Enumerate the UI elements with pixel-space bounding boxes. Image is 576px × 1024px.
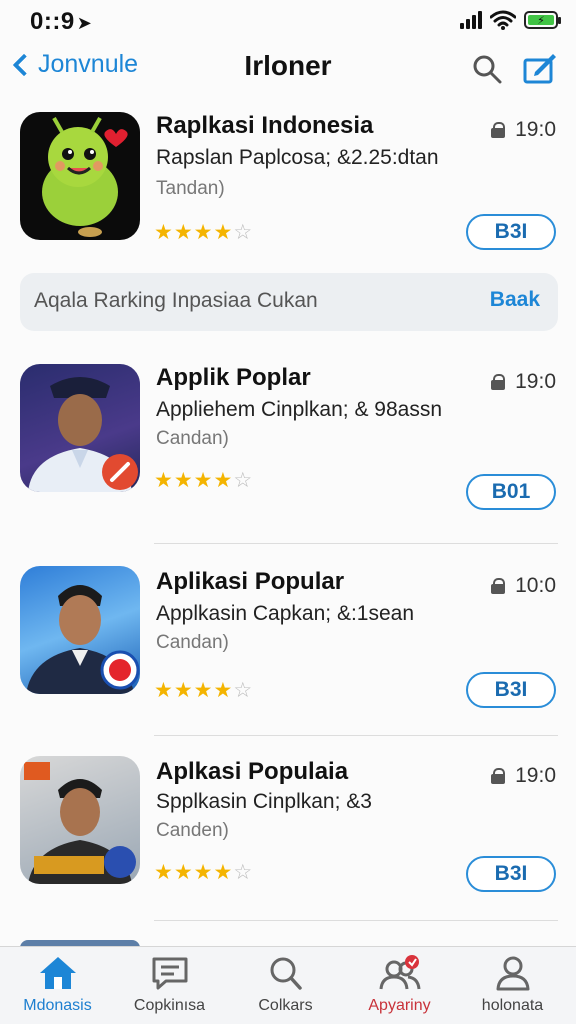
- rating-stars: ★★★★☆: [154, 468, 253, 493]
- profile-icon: [496, 956, 529, 991]
- signal-icon: [460, 11, 482, 29]
- battery-icon: ⚡: [524, 11, 561, 29]
- star-filled-icon: ★: [154, 221, 174, 244]
- tab-profile[interactable]: holonata: [455, 955, 570, 1015]
- star-filled-icon: ★: [193, 679, 214, 702]
- star-filled-icon: ★: [213, 861, 234, 884]
- app-description: Spplkasin Cinplkan; &3: [156, 790, 372, 813]
- app-description: Appliehem Cinplkan; & 98assn: [156, 398, 443, 421]
- star-empty-icon: ☆: [233, 861, 254, 884]
- star-filled-icon: ★: [154, 679, 174, 702]
- wifi-icon: [490, 10, 516, 30]
- star-empty-icon: ☆: [233, 679, 254, 702]
- time-text: 0::9: [30, 8, 75, 35]
- star-filled-icon: ★: [193, 221, 214, 244]
- divider: [154, 735, 558, 736]
- rating-stars: ★★★★☆: [154, 220, 253, 245]
- star-filled-icon: ★: [173, 469, 194, 492]
- tab-label: Colkars: [258, 997, 313, 1014]
- get-button[interactable]: B3I: [466, 214, 556, 250]
- star-filled-icon: ★: [193, 861, 214, 884]
- search-icon[interactable]: [472, 54, 502, 84]
- get-button[interactable]: B3I: [466, 672, 556, 708]
- star-filled-icon: ★: [173, 679, 194, 702]
- app-time: 19:0: [515, 370, 556, 393]
- lock-icon: [491, 374, 506, 390]
- people-icon: [379, 955, 420, 990]
- chat-icon: [152, 957, 187, 990]
- star-filled-icon: ★: [173, 861, 194, 884]
- app-name: Applik Poplar: [156, 364, 311, 391]
- tab-label: Apyariny: [368, 997, 431, 1014]
- app-subtitle: Tandan): [156, 178, 225, 199]
- app-description: Rapslan Paplcosa; &2.25:dtan: [156, 146, 439, 169]
- star-filled-icon: ★: [213, 221, 234, 244]
- lock-icon: [491, 578, 506, 594]
- lock-icon: [491, 122, 506, 138]
- app-icon-portrait: [20, 364, 140, 492]
- app-name: Aplikasi Popular: [156, 568, 345, 595]
- navigation-bar: Jonvnule Irloner: [0, 44, 576, 96]
- app-time: 19:0: [515, 118, 556, 141]
- star-filled-icon: ★: [173, 221, 194, 244]
- tab-home[interactable]: Mdonasis: [0, 955, 115, 1015]
- app-time: 10:0: [515, 574, 556, 597]
- star-filled-icon: ★: [193, 469, 214, 492]
- app-time: 19:0: [515, 764, 556, 787]
- app-meta: 19:0: [491, 370, 556, 394]
- tab-label: Mdonasis: [23, 997, 92, 1014]
- app-meta: 19:0: [491, 764, 556, 788]
- rating-stars: ★★★★☆: [154, 860, 253, 885]
- star-filled-icon: ★: [154, 861, 174, 884]
- app-icon-portrait: [20, 566, 140, 694]
- rating-stars: ★★★★☆: [154, 678, 253, 703]
- app-icon-portrait: [20, 756, 140, 884]
- star-filled-icon: ★: [154, 469, 174, 492]
- star-empty-icon: ☆: [233, 469, 254, 492]
- app-meta: 19:0: [491, 118, 556, 142]
- status-icons: ⚡: [460, 10, 561, 30]
- status-time: 0::9 ➤: [30, 8, 92, 36]
- app-description: Applkasin Capkan; &:1sean: [156, 602, 414, 625]
- tab-search[interactable]: Colkars: [228, 955, 343, 1015]
- battery-charging-glyph: ⚡: [528, 15, 554, 27]
- app-name: Aplkasi Populaia: [156, 758, 349, 785]
- divider: [154, 920, 558, 921]
- app-subtitle: Canden): [156, 820, 229, 841]
- divider: [154, 543, 558, 544]
- app-icon-android: [20, 112, 140, 240]
- status-bar: 0::9 ➤ ⚡: [0, 0, 576, 44]
- banner-text: Aqala Rarking Inpasiaa Cukan: [34, 289, 318, 312]
- tab-bar: Mdonasis Copkinısa Colkars Apyariny holo…: [0, 946, 576, 1024]
- tab-label: Copkinısa: [133, 997, 206, 1014]
- app-meta: 10:0: [491, 574, 556, 598]
- tab-friends[interactable]: Apyariny: [342, 955, 457, 1015]
- compose-icon[interactable]: [523, 52, 557, 84]
- location-arrow-icon: ➤: [76, 13, 93, 33]
- tab-label: holonata: [481, 997, 544, 1014]
- home-icon: [39, 957, 76, 989]
- app-subtitle: Candan): [156, 428, 229, 449]
- app-name: Raplkasi Indonesia: [156, 112, 374, 139]
- banner-action-link[interactable]: Baak: [490, 288, 540, 312]
- tab-messages[interactable]: Copkinısa: [112, 955, 227, 1015]
- star-filled-icon: ★: [213, 469, 234, 492]
- get-button[interactable]: B3I: [466, 856, 556, 892]
- get-button[interactable]: B01: [466, 474, 556, 510]
- lock-icon: [491, 768, 506, 784]
- app-subtitle: Candan): [156, 632, 229, 653]
- star-filled-icon: ★: [213, 679, 234, 702]
- search-icon: [270, 957, 302, 990]
- ranking-banner: Aqala Rarking Inpasiaa Cukan Baak: [20, 273, 558, 331]
- star-empty-icon: ☆: [233, 221, 254, 244]
